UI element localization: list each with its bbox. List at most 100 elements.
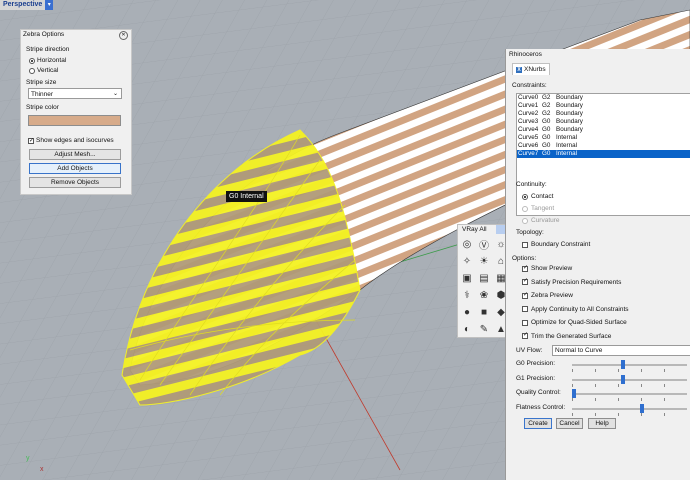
stripe-size-select[interactable]: Thinner ⌄ bbox=[28, 88, 122, 99]
slider-label: Flatness Control: bbox=[516, 403, 566, 411]
checkbox-box[interactable] bbox=[522, 306, 528, 312]
constraint-row[interactable]: Curve0 G2 Boundary bbox=[517, 94, 690, 102]
constraint-row[interactable]: Curve3 G0 Boundary bbox=[517, 118, 690, 126]
constraint-curve: Curve5 bbox=[518, 134, 539, 141]
slider-thumb[interactable] bbox=[620, 360, 625, 369]
slider-thumb[interactable] bbox=[572, 389, 577, 398]
slider-thumb[interactable] bbox=[640, 403, 645, 413]
viewport-menu-chevron-icon[interactable]: ▾ bbox=[45, 0, 54, 10]
radio-dot[interactable] bbox=[29, 67, 35, 74]
slider-ticks bbox=[572, 398, 687, 401]
close-icon[interactable]: ✕ bbox=[119, 31, 128, 40]
vray-title-bar[interactable]: VRay All bbox=[458, 225, 510, 234]
light-bulb-icon[interactable]: ✧ bbox=[460, 254, 474, 268]
continuity-curvature-radio[interactable]: Curvature bbox=[522, 217, 560, 224]
constraint-type: Boundary bbox=[556, 94, 583, 101]
constraint-curve: Curve0 bbox=[518, 94, 539, 101]
zebra-title-bar[interactable]: Zebra Options ✕ bbox=[21, 30, 131, 40]
constraint-g: G0 bbox=[542, 142, 551, 149]
topology-label: Topology: bbox=[516, 229, 544, 236]
radio-dot[interactable] bbox=[522, 205, 528, 212]
constraint-curve: Curve6 bbox=[518, 142, 539, 149]
continuity-option-label: Contact bbox=[531, 193, 554, 200]
constraint-curve: Curve1 bbox=[518, 102, 539, 109]
frame-buffer-icon[interactable]: ▤ bbox=[477, 271, 491, 285]
slider-track[interactable] bbox=[572, 378, 687, 381]
rhino-title-bar[interactable]: Rhinoceros bbox=[506, 49, 690, 60]
render-region-icon[interactable]: ▣ bbox=[460, 271, 474, 285]
boundary-constraint-checkbox[interactable]: Boundary Constraint bbox=[522, 241, 590, 248]
radio-vertical[interactable]: Vertical bbox=[29, 67, 58, 74]
checkbox-box[interactable] bbox=[522, 265, 528, 272]
slider-track[interactable] bbox=[572, 364, 687, 366]
checkbox-box[interactable] bbox=[522, 292, 528, 299]
continuity-tangent-radio[interactable]: Tangent bbox=[522, 205, 554, 212]
precision-slider[interactable] bbox=[572, 389, 687, 401]
radio-dot[interactable] bbox=[29, 57, 35, 64]
radio-horizontal[interactable]: Horizontal bbox=[29, 57, 66, 64]
slider-track[interactable] bbox=[572, 407, 687, 410]
checkbox-box[interactable] bbox=[522, 241, 528, 248]
constraint-type: Boundary bbox=[556, 118, 583, 125]
option-checkbox[interactable]: Satisfy Precision Requirements bbox=[522, 279, 621, 286]
precision-slider[interactable] bbox=[572, 374, 687, 387]
slider-ticks bbox=[572, 383, 687, 387]
adjust-mesh-button[interactable]: Adjust Mesh... bbox=[29, 149, 121, 160]
lamp-icon[interactable]: ⚕ bbox=[460, 288, 474, 302]
material-ball-icon[interactable]: ◐ bbox=[460, 322, 474, 336]
checkbox-box[interactable] bbox=[522, 333, 528, 339]
option-checkbox[interactable]: Optimize for Quad-Sided Surface bbox=[522, 319, 627, 326]
slider-ticks bbox=[572, 412, 687, 416]
continuity-option-label: Tangent bbox=[531, 205, 555, 212]
precision-slider[interactable] bbox=[572, 360, 687, 372]
sun-icon[interactable]: ☀ bbox=[477, 254, 491, 268]
show-edges-checkbox[interactable]: ✓ Show edges and isocurves bbox=[28, 137, 114, 144]
sphere-icon[interactable]: ● bbox=[460, 305, 474, 319]
create-button[interactable]: Create bbox=[524, 418, 552, 429]
constraint-row[interactable]: Curve6 G0 Internal bbox=[517, 142, 690, 150]
radio-dot[interactable] bbox=[522, 193, 528, 200]
cancel-button[interactable]: Cancel bbox=[556, 418, 583, 429]
uv-flow-select[interactable]: Normal to Curve bbox=[552, 345, 690, 356]
constraint-row[interactable]: Curve5 G0 Internal bbox=[517, 134, 690, 142]
precision-slider[interactable] bbox=[572, 403, 687, 416]
option-checkbox[interactable]: Trim the Generated Surface bbox=[522, 333, 611, 340]
checkbox-box[interactable] bbox=[522, 279, 528, 285]
viewport-tab[interactable]: Perspective ▾ bbox=[0, 0, 54, 10]
tab-xnurbs[interactable]: X XNurbs bbox=[512, 63, 550, 75]
vray-logo-icon[interactable]: Ⓥ bbox=[477, 237, 491, 252]
constraint-row[interactable]: Curve1 G2 Boundary bbox=[517, 102, 690, 110]
constraint-type: Internal bbox=[556, 150, 578, 157]
uv-flow-value: Normal to Curve bbox=[555, 347, 603, 354]
checkbox-box[interactable]: ✓ bbox=[28, 137, 34, 144]
render-icon[interactable]: ◎ bbox=[460, 237, 474, 251]
uv-flow-label: UV Flow: bbox=[516, 347, 543, 354]
constraint-row[interactable]: Curve7 G0 Internal bbox=[517, 150, 690, 158]
constraint-row[interactable]: Curve4 G0 Boundary bbox=[517, 126, 690, 134]
slider-label: G1 Precision: bbox=[516, 374, 556, 382]
option-checkbox[interactable]: Zebra Preview bbox=[522, 292, 573, 299]
checkbox-box[interactable] bbox=[522, 319, 528, 326]
brush-icon[interactable]: ✎ bbox=[477, 322, 491, 336]
option-label: Trim the Generated Surface bbox=[531, 332, 612, 340]
option-checkbox[interactable]: Show Preview bbox=[522, 265, 572, 272]
constraint-g: G0 bbox=[542, 150, 551, 157]
constraint-g: G0 bbox=[542, 126, 551, 133]
add-objects-button[interactable]: Add Objects bbox=[29, 163, 121, 174]
viewport-label[interactable]: Perspective bbox=[0, 0, 46, 10]
radio-dot[interactable] bbox=[522, 217, 528, 224]
slider-thumb[interactable] bbox=[620, 374, 625, 384]
option-checkbox[interactable]: Apply Continuity to All Constraints bbox=[522, 306, 629, 313]
constraint-row[interactable]: Curve2 G2 Boundary bbox=[517, 110, 690, 118]
slider-track[interactable] bbox=[572, 393, 687, 395]
constraint-type: Boundary bbox=[556, 110, 583, 117]
fur-icon[interactable]: ❀ bbox=[477, 288, 491, 302]
stripe-color-swatch[interactable] bbox=[28, 115, 121, 126]
constraint-type: Internal bbox=[556, 142, 578, 149]
help-button[interactable]: Help bbox=[588, 418, 616, 429]
continuity-contact-radio[interactable]: Contact bbox=[522, 193, 553, 200]
remove-objects-button[interactable]: Remove Objects bbox=[29, 177, 121, 188]
cube-icon[interactable]: ■ bbox=[477, 305, 491, 319]
continuity-option-label: Curvature bbox=[531, 217, 560, 224]
slider-ticks bbox=[572, 369, 687, 372]
